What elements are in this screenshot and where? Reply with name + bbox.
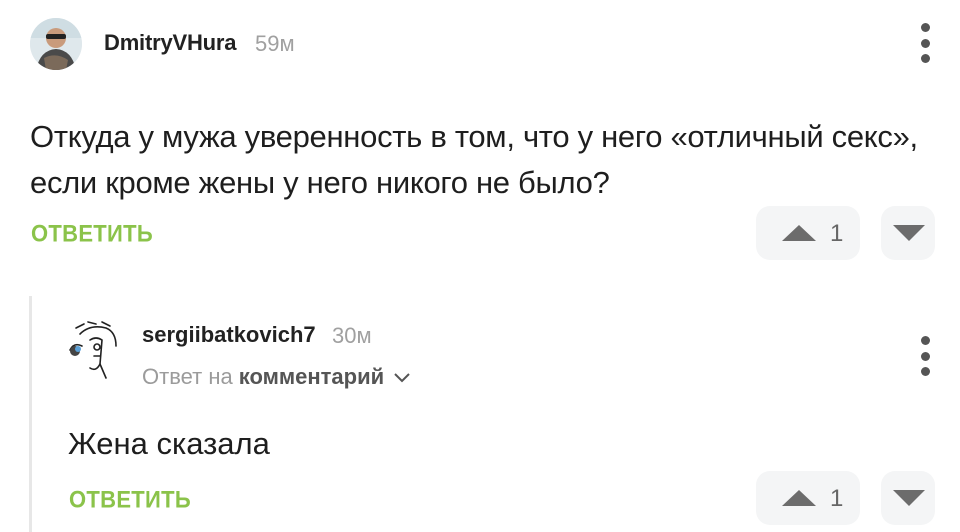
avatar[interactable] [66, 320, 122, 384]
triangle-down-icon [893, 490, 925, 506]
comment-time: 30м [332, 323, 372, 348]
comment-text: Жена сказала [68, 426, 270, 461]
vote-count: 1 [830, 220, 844, 247]
triangle-down-icon [893, 225, 925, 241]
reply-button[interactable]: ОТВЕТИТЬ [31, 220, 153, 248]
upvote-button[interactable]: 1 [756, 206, 860, 260]
more-options-icon[interactable] [919, 23, 931, 63]
comment-author[interactable]: sergiibatkovich7 [142, 322, 316, 348]
triangle-up-icon [782, 225, 816, 241]
reply-to-prefix: Ответ на [142, 364, 233, 389]
chevron-down-icon[interactable] [394, 373, 410, 383]
downvote-button[interactable] [881, 471, 935, 525]
comment-text: Откуда у мужа уверенность в том, что у н… [30, 119, 918, 200]
avatar[interactable] [30, 18, 82, 70]
reply-to-link[interactable]: Ответ на комментарий [142, 364, 410, 390]
comment-author[interactable]: DmitryVHura [104, 30, 236, 56]
user-photo-icon [30, 18, 82, 70]
thread-line[interactable] [29, 296, 32, 532]
comments-page: DmitryVHura 59м Откуда у мужа уверенност… [0, 0, 960, 532]
more-options-icon[interactable] [919, 336, 931, 376]
upvote-button[interactable]: 1 [756, 471, 860, 525]
reply-to-target[interactable]: комментарий [239, 364, 384, 390]
comment-time: 59м [255, 31, 295, 56]
sketch-face-icon [69, 321, 117, 379]
downvote-button[interactable] [881, 206, 935, 260]
vote-count: 1 [830, 485, 844, 512]
reply-button[interactable]: ОТВЕТИТЬ [69, 486, 191, 514]
triangle-up-icon [782, 490, 816, 506]
